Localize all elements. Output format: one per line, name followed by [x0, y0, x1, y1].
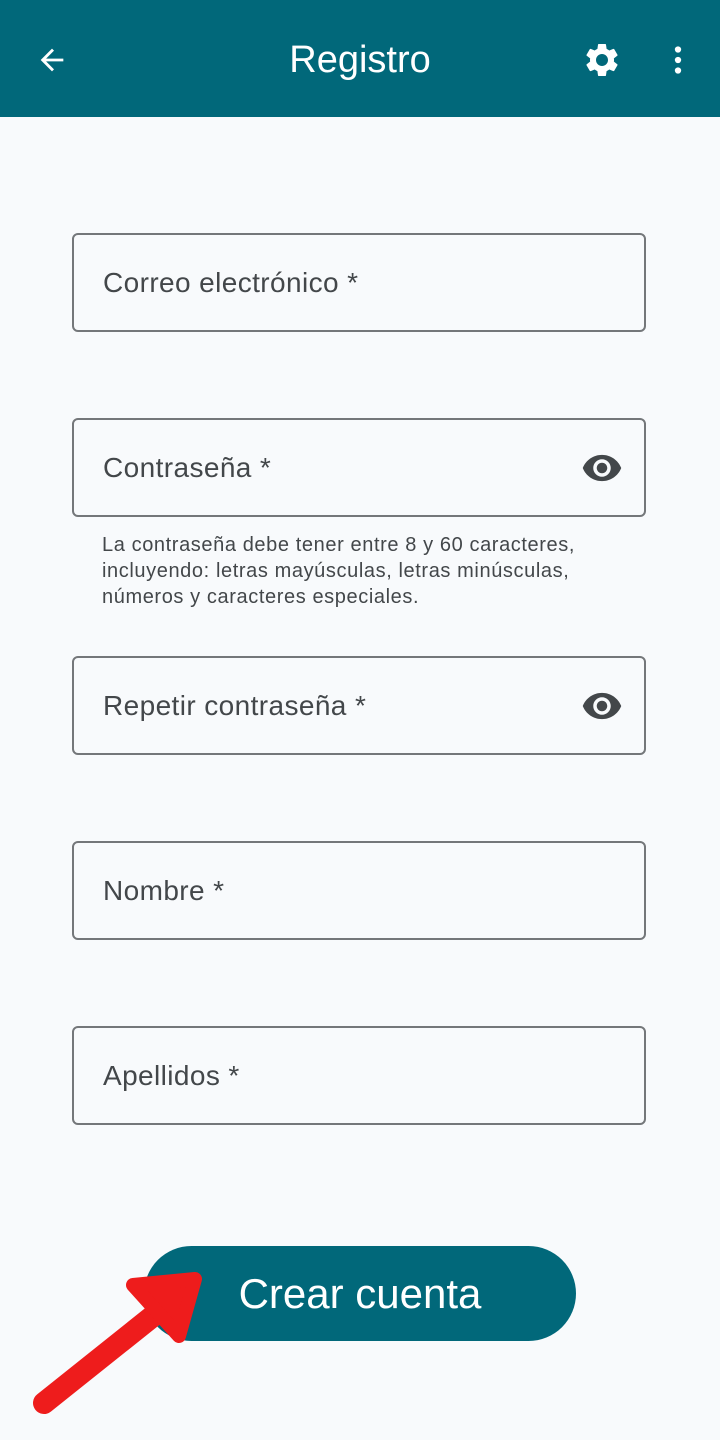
- password-visibility-toggle[interactable]: [580, 446, 624, 490]
- repeat-password-field[interactable]: Repetir contraseña *: [72, 656, 646, 755]
- last-name-field[interactable]: Apellidos *: [72, 1026, 646, 1125]
- repeat-password-visibility-toggle[interactable]: [580, 684, 624, 728]
- email-field[interactable]: Correo electrónico *: [72, 233, 646, 332]
- first-name-field[interactable]: Nombre *: [72, 841, 646, 940]
- email-label: Correo electrónico *: [103, 266, 359, 298]
- first-name-label: Nombre *: [103, 874, 225, 906]
- eye-icon: [582, 692, 622, 719]
- settings-button[interactable]: [572, 30, 632, 90]
- create-account-button[interactable]: Crear cuenta: [144, 1246, 576, 1341]
- gear-icon: [586, 43, 618, 76]
- repeat-password-label: Repetir contraseña *: [103, 689, 367, 721]
- password-field[interactable]: Contraseña *: [72, 418, 646, 517]
- more-options-button[interactable]: [650, 30, 706, 90]
- password-label: Contraseña *: [103, 451, 272, 483]
- password-helper-text: La contraseña debe tener entre 8 y 60 ca…: [102, 534, 576, 608]
- app-bar: Registro: [0, 0, 720, 117]
- eye-icon: [582, 454, 622, 481]
- more-vertical-icon: [674, 46, 682, 74]
- last-name-label: Apellidos *: [103, 1059, 240, 1091]
